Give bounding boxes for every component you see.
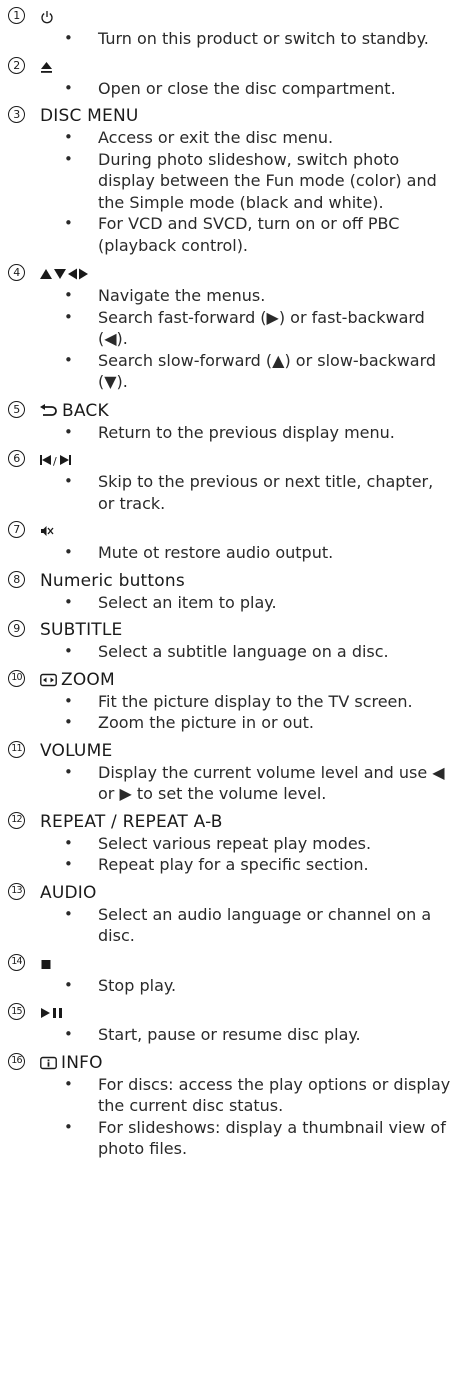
item-header (40, 1002, 464, 1024)
item-bullet: Zoom the picture in or out. (40, 712, 464, 734)
item-number: 16 (8, 1052, 25, 1070)
power-icon (40, 10, 54, 24)
prev-next-icon: / (40, 453, 74, 467)
item-number: 7 (8, 521, 25, 538)
eject-icon (40, 60, 53, 74)
item-bullet: Turn on this product or switch to standb… (40, 28, 464, 50)
item-bullet: Access or exit the disc menu. (40, 127, 464, 149)
item-number: 2 (8, 56, 25, 74)
item-label: SUBTITLE (40, 620, 123, 640)
item-header: BACK (40, 400, 464, 422)
item-bullet: Stop play. (40, 975, 464, 997)
list-item: 8 Numeric buttons Select an item to play… (0, 570, 464, 614)
item-bullet: Start, pause or resume disc play. (40, 1024, 464, 1046)
item-header: Numeric buttons (40, 570, 464, 592)
item-bullet: Repeat play for a specific section. (40, 854, 464, 876)
item-header: VOLUME (40, 740, 464, 762)
svg-text:/: / (53, 455, 57, 467)
item-header (40, 263, 464, 285)
play-pause-icon (40, 1006, 64, 1020)
item-header (40, 953, 464, 975)
mute-icon (40, 524, 54, 538)
item-bullet: For slideshows: display a thumbnail view… (40, 1117, 464, 1160)
list-item: 1 Turn on this product or switch to stan… (0, 6, 464, 50)
item-label: REPEAT / REPEAT A-B (40, 811, 223, 832)
list-item: 14 Stop play. (0, 953, 464, 997)
item-header (40, 520, 464, 542)
item-bullet: Mute ot restore audio output. (40, 542, 464, 564)
item-header: SUBTITLE (40, 619, 464, 641)
item-header: DISC MENU (40, 105, 464, 127)
item-bullet: Search fast-forward (▶) or fast-backward… (40, 307, 464, 350)
item-label: ZOOM (61, 669, 115, 690)
item-number: 10 (8, 669, 25, 687)
zoom-icon (40, 673, 57, 687)
list-item: 9 SUBTITLE Select a subtitle language on… (0, 619, 464, 663)
item-number: 6 (8, 450, 25, 467)
item-bullet: Select a subtitle language on a disc. (40, 641, 464, 663)
item-bullet: Open or close the disc compartment. (40, 78, 464, 100)
item-label: BACK (62, 400, 109, 421)
list-item: 4 Navigate the menus. Search fast-forwar… (0, 263, 464, 393)
item-header: REPEAT / REPEAT A-B (40, 811, 464, 833)
item-number: 13 (8, 882, 25, 900)
item-header: ZOOM (40, 669, 464, 691)
item-bullet: For VCD and SVCD, turn on or off PBC (pl… (40, 213, 464, 256)
back-icon (40, 403, 58, 418)
item-bullet: Navigate the menus. (40, 285, 464, 307)
remote-control-key-list: 1 Turn on this product or switch to stan… (0, 6, 464, 1160)
list-item: 16 INFO For discs: access the play optio… (0, 1052, 464, 1160)
item-label: INFO (61, 1052, 103, 1073)
item-bullet: Fit the picture display to the TV screen… (40, 691, 464, 713)
item-number: 15 (8, 1003, 25, 1020)
item-bullet: Search slow-forward (▲) or slow-backward… (40, 350, 464, 393)
list-item: 3 DISC MENU Access or exit the disc menu… (0, 105, 464, 256)
list-item: 7 Mute ot restore audio output. (0, 520, 464, 564)
list-item: 15 Start, pause or resume disc play. (0, 1002, 464, 1046)
list-item: 13 AUDIO Select an audio language or cha… (0, 882, 464, 947)
list-item: 12 REPEAT / REPEAT A-B Select various re… (0, 811, 464, 876)
list-item: 11 VOLUME Display the current volume lev… (0, 740, 464, 805)
item-label: DISC MENU (40, 106, 139, 126)
item-header (40, 6, 464, 28)
info-icon (40, 1056, 57, 1070)
nav-arrows-icon (40, 267, 90, 281)
item-number: 4 (8, 264, 25, 281)
item-header: INFO (40, 1052, 464, 1074)
item-number: 3 (8, 106, 25, 123)
item-bullet: Select various repeat play modes. (40, 833, 464, 855)
item-number: 1 (8, 7, 25, 24)
stop-icon (40, 957, 52, 971)
item-number: 5 (8, 400, 25, 418)
list-item: 6 / Skip to the previous or next title, … (0, 449, 464, 514)
item-number: 11 (8, 740, 25, 758)
item-header: / (40, 449, 464, 471)
item-bullet: During photo slideshow, switch photo dis… (40, 149, 464, 214)
item-label: Numeric buttons (40, 570, 185, 591)
item-label: AUDIO (40, 882, 97, 903)
list-item: 10 ZOOM Fit the picture display to the T… (0, 669, 464, 734)
item-bullet: Return to the previous display menu. (40, 422, 464, 444)
item-bullet: For discs: access the play options or di… (40, 1074, 464, 1117)
item-bullet: Skip to the previous or next title, chap… (40, 471, 464, 514)
item-label: VOLUME (40, 740, 113, 761)
item-bullet: Select an audio language or channel on a… (40, 904, 464, 947)
list-item: 2 Open or close the disc compartment. (0, 56, 464, 100)
item-number: 14 (8, 953, 25, 971)
item-number: 12 (8, 811, 25, 829)
item-number: 9 (8, 620, 25, 637)
item-header (40, 56, 464, 78)
item-number: 8 (8, 570, 25, 588)
list-item: 5 BACK Return to the previous display me… (0, 400, 464, 444)
item-bullet: Select an item to play. (40, 592, 464, 614)
item-bullet: Display the current volume level and use… (40, 762, 464, 805)
item-header: AUDIO (40, 882, 464, 904)
